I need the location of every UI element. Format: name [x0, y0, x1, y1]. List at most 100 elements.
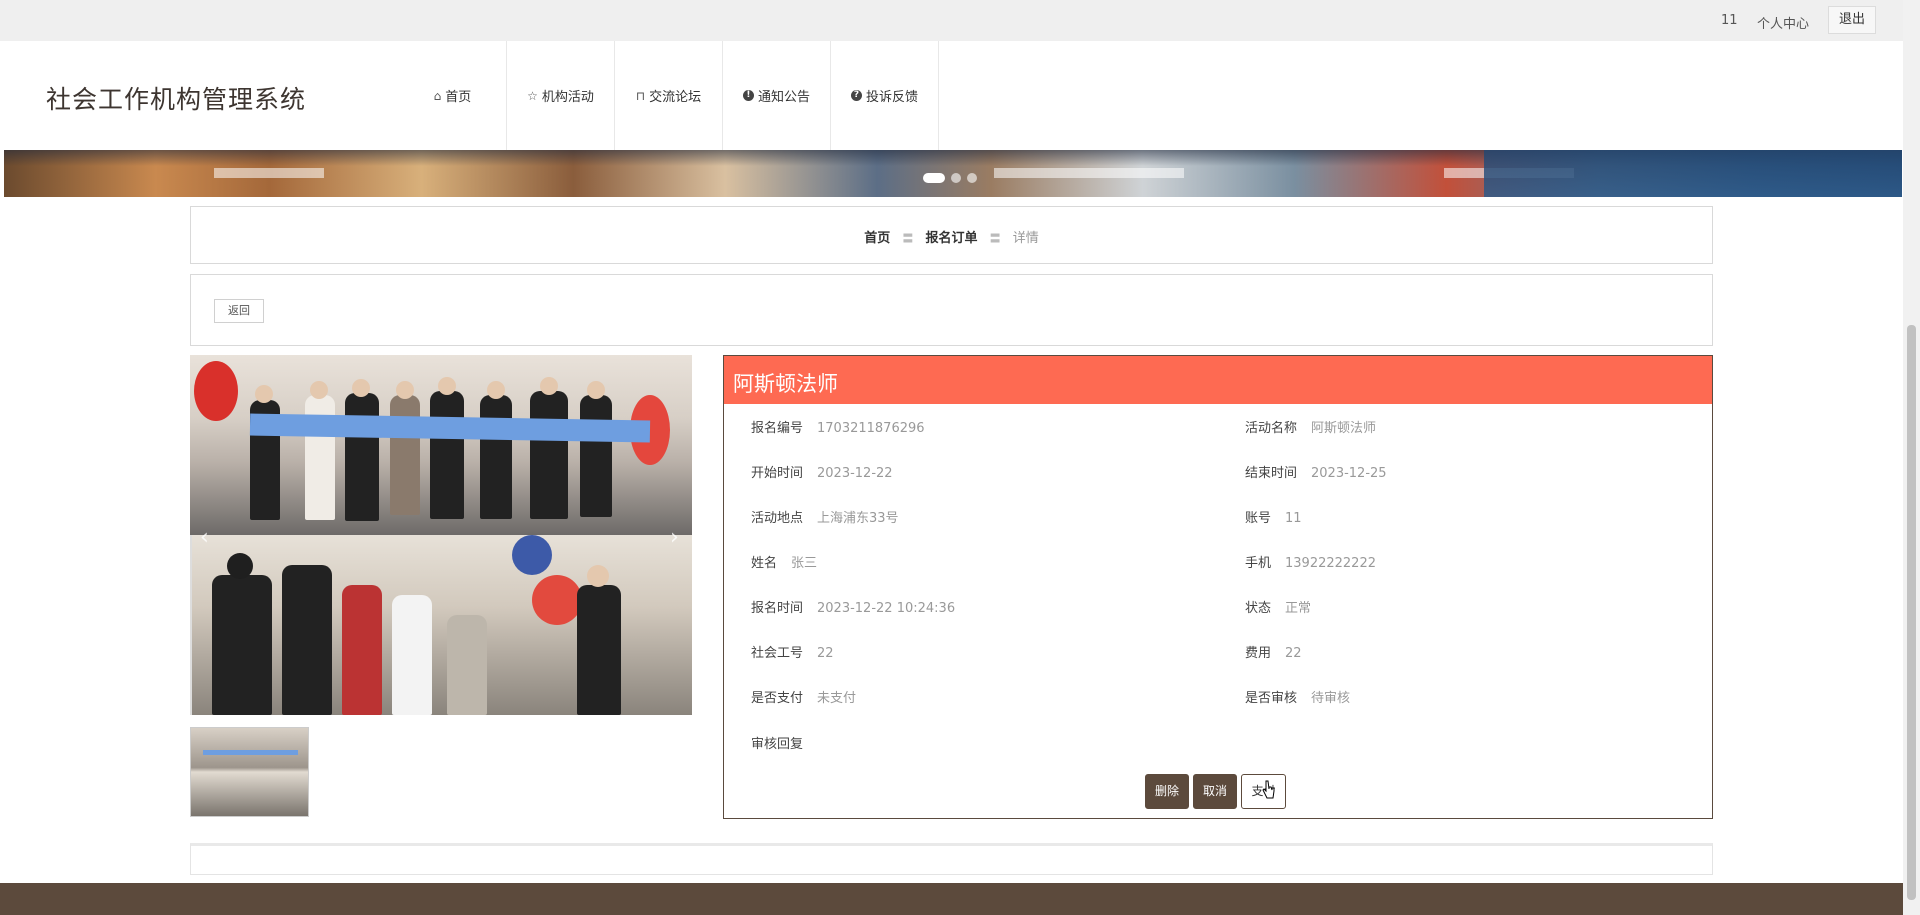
banner-building: [214, 168, 324, 178]
person-figure: [447, 615, 487, 715]
nav-feedback[interactable]: ? 投诉反馈: [831, 41, 939, 150]
field-label: 审核回复: [751, 737, 804, 752]
field-label: 姓名: [751, 556, 778, 571]
field-location: 活动地点 上海浦东33号: [751, 507, 899, 526]
card-header: 阿斯顿法师: [724, 356, 1712, 404]
logout-button[interactable]: 退出: [1828, 6, 1876, 34]
carousel-dots: [923, 173, 983, 183]
nav-label: 机构活动: [541, 90, 594, 105]
nav-label: 通知公告: [757, 90, 810, 105]
breadcrumb-home[interactable]: 首页: [864, 231, 890, 246]
field-label: 社会工号: [751, 646, 804, 661]
person-figure: [282, 565, 332, 715]
field-label: 活动地点: [751, 511, 804, 526]
person-figure: [212, 575, 272, 715]
field-label: 报名编号: [751, 421, 804, 436]
back-button[interactable]: 返回: [214, 299, 264, 323]
banner-water: [1484, 150, 1902, 197]
red-decoration: [532, 575, 582, 625]
photo-thumbnail[interactable]: [190, 727, 309, 817]
carousel-dot[interactable]: [923, 173, 945, 183]
page-scrollbar[interactable]: [1903, 0, 1920, 915]
person-head: [587, 381, 605, 399]
person-figure: [577, 585, 621, 715]
person-figure: [430, 391, 464, 519]
personal-center-link[interactable]: 个人中心: [1757, 13, 1809, 32]
field-label: 报名时间: [751, 601, 804, 616]
question-icon: ?: [850, 90, 862, 101]
nav-home[interactable]: ⌂ 首页: [399, 41, 507, 150]
carousel-dot[interactable]: [951, 173, 961, 183]
breadcrumb-separator: 〓: [989, 232, 1001, 245]
activity-photo: ‹ ›: [190, 355, 692, 715]
photo-next-arrow[interactable]: ›: [670, 525, 679, 550]
nav-label: 首页: [445, 90, 472, 105]
breadcrumb: 首页 〓 报名订单 〓 详情: [191, 227, 1712, 246]
field-phone: 手机 13922222222: [1245, 552, 1376, 571]
field-status: 状态 正常: [1245, 597, 1311, 616]
nav-notices[interactable]: ! 通知公告: [723, 41, 831, 150]
field-value: 未支付: [817, 691, 857, 706]
activity-title: 阿斯顿法师: [733, 372, 838, 396]
field-fee: 费用 22: [1245, 642, 1302, 661]
person-figure: [342, 585, 382, 715]
top-utility-bar: 11 个人中心 退出: [0, 0, 1920, 41]
username-label: 11: [1721, 13, 1738, 28]
carousel-dot[interactable]: [967, 173, 977, 183]
site-brand: 社会工作机构管理系统: [46, 85, 307, 114]
person-head: [255, 385, 273, 403]
star-icon: ☆: [527, 88, 538, 103]
red-decoration: [194, 361, 238, 421]
field-label: 是否审核: [1245, 691, 1298, 706]
nav-forum[interactable]: ⊓ 交流论坛: [615, 41, 723, 150]
thumbnail-ribbon: [203, 750, 298, 755]
person-figure: [530, 391, 568, 519]
field-value: 11: [1285, 511, 1302, 526]
photo-ribbon-cutting: [190, 355, 692, 535]
order-detail-card: 阿斯顿法师 报名编号 1703211876296 活动名称 阿斯顿法师 开始时间 20…: [723, 355, 1713, 819]
field-value: 22: [1285, 646, 1302, 661]
field-value: 正常: [1285, 601, 1312, 616]
field-review-reply: 审核回复: [751, 733, 817, 752]
field-label: 手机: [1245, 556, 1272, 571]
field-label: 结束时间: [1245, 466, 1298, 481]
field-signup-time: 报名时间 2023-12-22 10:24:36: [751, 597, 955, 616]
breadcrumb-orders[interactable]: 报名订单: [925, 231, 977, 246]
alert-icon: !: [742, 90, 754, 101]
person-head: [438, 377, 456, 395]
field-reviewed: 是否审核 待审核: [1245, 687, 1350, 706]
field-label: 活动名称: [1245, 421, 1298, 436]
person-figure: [480, 395, 512, 519]
bag-icon: ⊓: [635, 88, 646, 103]
field-account: 账号 11: [1245, 507, 1302, 526]
person-head: [310, 381, 328, 399]
nav-activities[interactable]: ☆ 机构活动: [507, 41, 615, 150]
person-figure: [392, 595, 432, 715]
photo-press: [192, 535, 692, 715]
banner-building: [994, 168, 1184, 178]
field-value: 22: [817, 646, 834, 661]
field-paid: 是否支付 未支付: [751, 687, 856, 706]
home-icon: ⌂: [433, 88, 442, 103]
field-label: 账号: [1245, 511, 1272, 526]
nav-label: 交流论坛: [649, 90, 702, 105]
field-value: 2023-12-22: [817, 466, 893, 481]
scrollbar-thumb[interactable]: [1907, 325, 1916, 900]
site-header: 社会工作机构管理系统 ⌂ 首页 ☆ 机构活动 ⊓ 交流论坛 ! 通知公告 ? 投…: [0, 41, 1903, 150]
field-value: 上海浦东33号: [817, 511, 899, 526]
delete-button[interactable]: 删除: [1145, 774, 1189, 809]
content-bottom-strip: [190, 843, 1713, 875]
breadcrumb-current: 详情: [1012, 231, 1039, 246]
person-head: [352, 379, 370, 397]
nav-label: 投诉反馈: [865, 90, 918, 105]
cancel-button[interactable]: 取消: [1193, 774, 1237, 809]
field-label: 状态: [1245, 601, 1272, 616]
field-order-no: 报名编号 1703211876296: [751, 417, 925, 436]
person-figure: [580, 395, 612, 517]
field-value: 阿斯顿法师: [1311, 421, 1377, 436]
site-footer: [0, 883, 1903, 915]
field-value: 待审核: [1311, 691, 1351, 706]
field-value: 张三: [791, 556, 818, 571]
photo-prev-arrow[interactable]: ‹: [200, 525, 209, 550]
person-head: [227, 553, 253, 579]
